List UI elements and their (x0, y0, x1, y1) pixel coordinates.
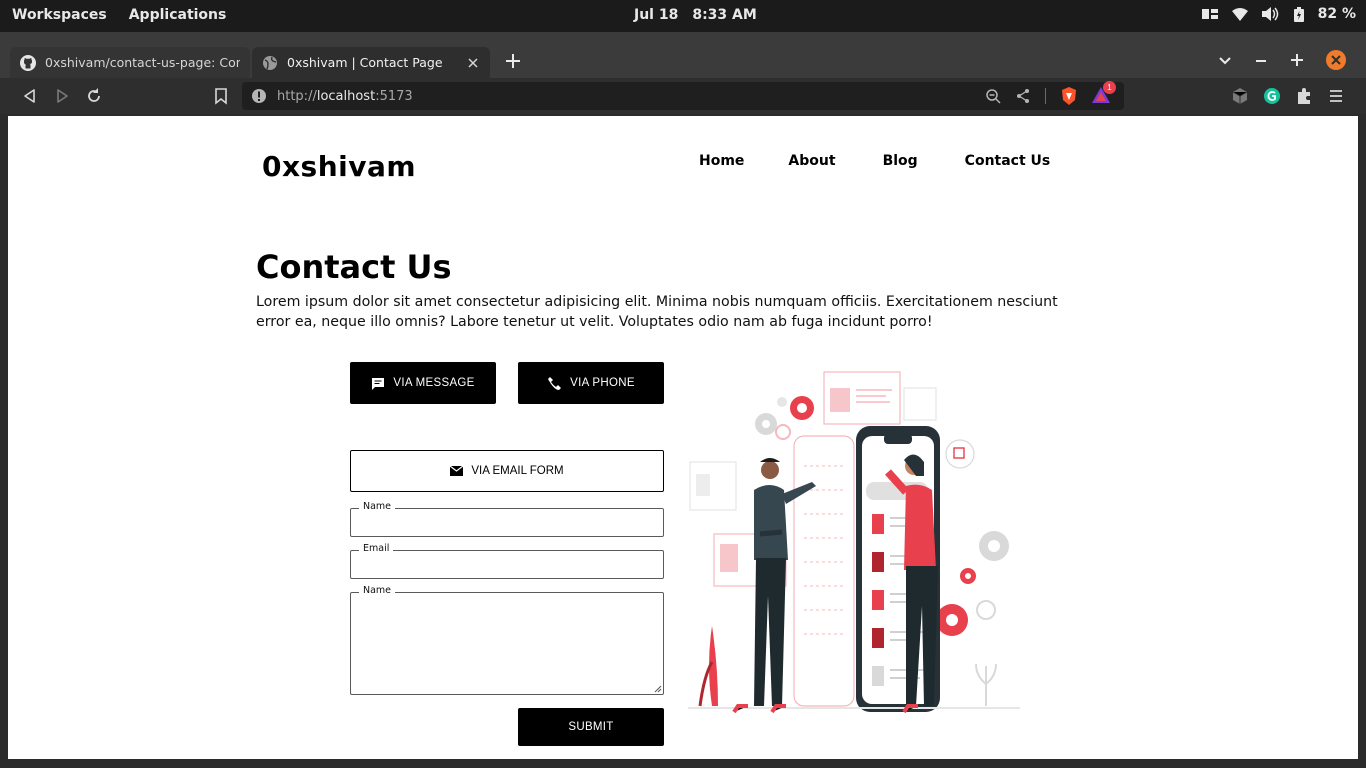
extensions-puzzle-icon[interactable] (1295, 87, 1313, 105)
message-textarea[interactable] (351, 593, 663, 694)
message-field: Name (350, 585, 664, 695)
notification-badge: 1 (1103, 81, 1116, 94)
intro-text: Lorem ipsum dolor sit amet consectetur a… (256, 294, 1058, 330)
main-nav: Home About Blog Contact Us (699, 153, 1050, 169)
battery-icon[interactable] (1293, 6, 1304, 22)
page-viewport: 0xshivam Home About Blog Contact Us Cont… (8, 116, 1358, 759)
phone-icon (548, 376, 562, 390)
clock[interactable]: Jul 18 8:33 AM (634, 7, 757, 23)
github-icon (20, 54, 36, 71)
url-host: localhost (316, 88, 376, 104)
submit-label: SUBMIT (568, 721, 614, 733)
close-icon (1331, 55, 1341, 65)
brave-rewards-button[interactable]: 1 (1092, 81, 1116, 105)
message-icon (372, 377, 385, 390)
os-top-bar: Workspaces Applications Jul 18 8:33 AM 8… (0, 0, 1366, 32)
new-tab-icon[interactable] (504, 52, 522, 70)
browser-toolbar: http://localhost:5173 1 (0, 78, 1366, 114)
minimize-icon[interactable] (1254, 53, 1268, 67)
url-port: :5173 (375, 88, 413, 104)
brave-shields-icon[interactable] (1060, 86, 1078, 106)
close-tab-icon[interactable] (466, 56, 480, 70)
via-message-label: VIA MESSAGE (393, 377, 475, 389)
maximize-icon[interactable] (1290, 53, 1304, 67)
nav-about[interactable]: About (788, 153, 835, 169)
battery-percent: 82 % (1317, 6, 1356, 22)
close-window-button[interactable] (1326, 50, 1346, 70)
page-title: Contact Us (256, 248, 452, 286)
via-phone-label: VIA PHONE (570, 377, 635, 389)
email-field: Email (350, 543, 664, 579)
name-input[interactable] (351, 509, 663, 536)
tab-title: 0xshivam/contact-us-page: Contac (45, 55, 240, 70)
tab-title: 0xshivam | Contact Page (287, 55, 443, 70)
address-bar[interactable]: http://localhost:5173 1 (242, 81, 1124, 110)
email-input[interactable] (351, 551, 663, 578)
wifi-icon[interactable] (1231, 7, 1248, 21)
date-label: Jul 18 (634, 7, 679, 23)
globe-icon (263, 55, 277, 70)
menu-icon[interactable] (1327, 87, 1345, 105)
reload-icon[interactable] (85, 87, 103, 105)
nav-home[interactable]: Home (699, 153, 744, 169)
contact-illustration (688, 371, 1020, 714)
extension-box-icon[interactable] (1231, 87, 1249, 105)
share-icon[interactable] (1015, 88, 1031, 104)
back-icon[interactable] (21, 87, 39, 105)
via-message-button[interactable]: VIA MESSAGE (350, 362, 496, 404)
via-email-label: VIA EMAIL FORM (471, 465, 564, 477)
time-label: 8:33 AM (692, 7, 757, 23)
via-phone-button[interactable]: VIA PHONE (518, 362, 664, 404)
forward-icon[interactable] (53, 87, 71, 105)
grammarly-icon[interactable] (1263, 87, 1281, 105)
workspaces-menu[interactable]: Workspaces (12, 7, 107, 23)
tab-github[interactable]: 0xshivam/contact-us-page: Contac (10, 47, 250, 78)
applications-menu[interactable]: Applications (129, 7, 227, 23)
zoom-out-icon[interactable] (985, 88, 1001, 104)
nav-blog[interactable]: Blog (883, 153, 918, 169)
tab-strip: 0xshivam/contact-us-page: Contac 0xshiva… (0, 32, 1366, 78)
bookmark-icon[interactable] (212, 87, 230, 105)
submit-button[interactable]: SUBMIT (518, 708, 664, 746)
name-field: Name (350, 501, 664, 537)
tab-list-chevron-icon[interactable] (1218, 53, 1232, 67)
resize-handle-icon[interactable] (654, 685, 662, 693)
nav-contact-us[interactable]: Contact Us (965, 153, 1051, 169)
mail-icon (450, 466, 464, 476)
tab-contact-page[interactable]: 0xshivam | Contact Page (252, 47, 490, 78)
url-scheme: http:// (277, 88, 317, 104)
separator (1045, 88, 1046, 104)
site-info-icon[interactable] (251, 88, 267, 104)
url-text[interactable]: http://localhost:5173 (277, 89, 413, 104)
window-layout-icon[interactable] (1201, 8, 1218, 20)
site-logo[interactable]: 0xshivam (262, 150, 416, 183)
via-email-form-button[interactable]: VIA EMAIL FORM (350, 450, 664, 492)
volume-icon[interactable] (1261, 7, 1280, 21)
